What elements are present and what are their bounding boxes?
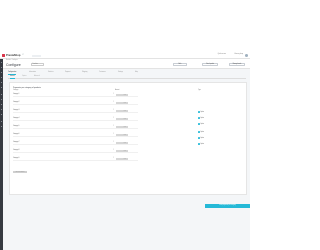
table-row: Category 6 € 0,00 bbox=[13, 133, 138, 138]
row-label: Category 2 bbox=[13, 102, 20, 104]
search-input[interactable] bbox=[32, 54, 41, 57]
top-bar: PrestaShop 1.7 Quick access View my shop bbox=[0, 52, 250, 59]
currency-symbol: € bbox=[113, 142, 114, 144]
subtab-options[interactable]: Options bbox=[22, 76, 26, 78]
tab-settings[interactable]: Settings bbox=[118, 71, 123, 74]
table-row: Category 1 € 0,00 bbox=[13, 93, 138, 98]
currency-symbol: € bbox=[113, 150, 114, 152]
amount-input[interactable]: 0,00 bbox=[115, 157, 128, 161]
translate-dropdown[interactable]: Translate bbox=[31, 63, 44, 66]
row-label: Category 1 bbox=[13, 94, 20, 96]
row-label: Category 3 bbox=[13, 110, 20, 112]
page-title: Configure bbox=[6, 62, 21, 67]
amount-input[interactable]: 0,00 bbox=[115, 109, 128, 113]
option-label: Option bbox=[200, 112, 205, 114]
row-label: Category 9 bbox=[13, 158, 20, 160]
type-option[interactable]: Option bbox=[198, 117, 204, 120]
option-label: Option bbox=[200, 124, 205, 126]
breadcrumb: Modules / Configure bbox=[6, 60, 18, 61]
amount-column-header: Amount bbox=[115, 89, 120, 91]
avatar[interactable] bbox=[245, 53, 248, 57]
amount-input[interactable]: 0,00 bbox=[115, 149, 128, 153]
check-update-button[interactable]: Check update bbox=[202, 62, 218, 66]
option-label: Option bbox=[200, 132, 205, 134]
tab-shipping[interactable]: Shipping bbox=[82, 71, 87, 74]
tab-customers[interactable]: Customers bbox=[99, 71, 106, 74]
tab-statistics[interactable]: Statistics bbox=[48, 71, 54, 74]
amount-input[interactable]: 0,00 bbox=[115, 141, 128, 145]
subtab-general[interactable]: General bbox=[10, 76, 15, 79]
table-row: Category 7 € 0,00 bbox=[13, 141, 138, 146]
row-label: Category 8 bbox=[13, 150, 20, 152]
currency-symbol: € bbox=[113, 102, 114, 104]
back-button[interactable]: Back bbox=[173, 62, 187, 66]
option-label: Option bbox=[200, 118, 205, 120]
table-row: Category 4 € 0,00 bbox=[13, 117, 138, 122]
amount-input[interactable]: 0,00 bbox=[115, 117, 128, 121]
type-option[interactable]: Option bbox=[198, 123, 204, 126]
subtab-advanced[interactable]: Advanced bbox=[34, 76, 40, 78]
option-label: Option bbox=[200, 138, 205, 140]
brand-version: 1.7 bbox=[22, 54, 24, 56]
table-row: Category 3 € 0,00 bbox=[13, 109, 138, 114]
logo-icon bbox=[2, 54, 5, 57]
currency-symbol: € bbox=[113, 126, 114, 128]
page-header: Modules / Configure Configure Translate … bbox=[3, 59, 250, 69]
row-label: Category 5 bbox=[13, 126, 20, 128]
brand-name: PrestaShop bbox=[6, 54, 21, 58]
currency-symbol: € bbox=[113, 134, 114, 136]
view-shop-link[interactable]: View my shop bbox=[234, 54, 243, 56]
table-row: Category 9 € 0,00 bbox=[13, 157, 138, 162]
amount-input[interactable]: 0,00 bbox=[115, 125, 128, 129]
row-label: Category 6 bbox=[13, 134, 20, 136]
tab-configuration[interactable]: Configuration bbox=[8, 71, 17, 75]
tab-help[interactable]: Help bbox=[135, 71, 138, 74]
type-column-header: Type bbox=[198, 89, 201, 91]
table-row: Category 2 € 0,00 bbox=[13, 101, 138, 106]
currency-symbol: € bbox=[113, 158, 114, 160]
card-title: Payments per category of products bbox=[13, 86, 41, 89]
type-option[interactable]: Option bbox=[198, 111, 204, 114]
table-row: Category 5 € 0,00 bbox=[13, 125, 138, 130]
currency-symbol: € bbox=[113, 118, 114, 120]
table-row: Category 8 € 0,00 bbox=[13, 149, 138, 154]
tab-information[interactable]: Information bbox=[29, 71, 36, 74]
category-column-header: Category bbox=[13, 89, 19, 91]
subtabs: General Options Advanced bbox=[8, 76, 246, 79]
row-label: Category 7 bbox=[13, 142, 20, 144]
row-label: Category 4 bbox=[13, 118, 20, 120]
manage-hooks-button[interactable]: Manage hooks bbox=[229, 62, 245, 66]
main-content: Configuration Information Statistics Pay… bbox=[3, 69, 250, 250]
save-button[interactable]: Save payments per category bbox=[205, 204, 250, 208]
option-label: Option bbox=[200, 144, 205, 146]
amount-input[interactable]: 0,00 bbox=[115, 133, 128, 137]
quick-access-link[interactable]: Quick access bbox=[218, 54, 226, 56]
type-option[interactable]: Option bbox=[198, 143, 204, 146]
amount-input[interactable]: 0,00 bbox=[115, 93, 128, 97]
currency-symbol: € bbox=[113, 110, 114, 112]
type-option[interactable]: Option bbox=[198, 137, 204, 140]
amount-input[interactable]: 0,00 bbox=[115, 101, 128, 105]
tab-payment[interactable]: Payment bbox=[65, 71, 71, 74]
payments-card: Payments per category of products Catego… bbox=[9, 82, 250, 208]
type-option[interactable]: Option bbox=[198, 131, 204, 134]
currency-symbol: € bbox=[113, 94, 114, 96]
add-category-button[interactable]: Add new category bbox=[13, 170, 27, 174]
